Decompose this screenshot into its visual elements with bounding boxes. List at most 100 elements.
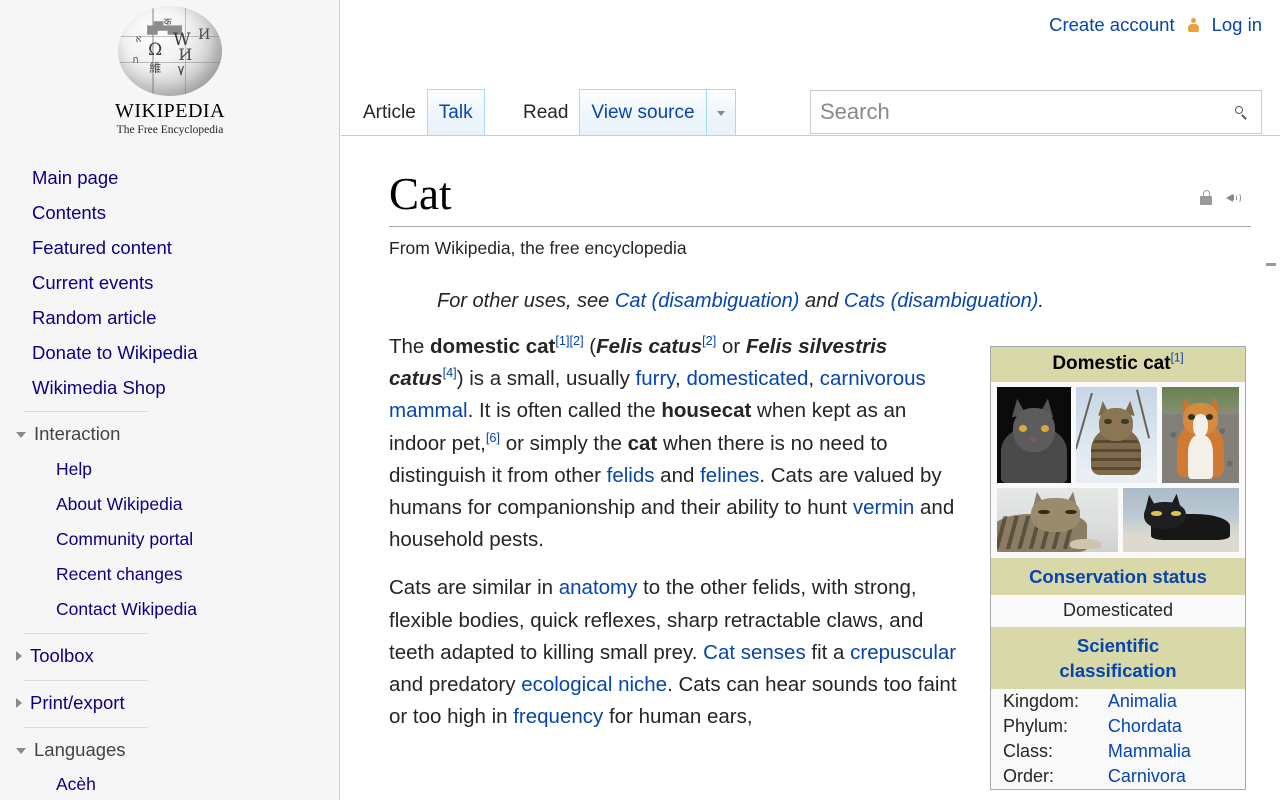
sidebar-section-interaction[interactable]: Interaction <box>0 416 339 452</box>
sidebar-section-label: Toolbox <box>30 645 94 666</box>
link-ecological-niche[interactable]: ecological niche <box>521 673 667 696</box>
tabby-cat-snow-photo[interactable] <box>1076 387 1157 483</box>
search-button[interactable] <box>1221 91 1261 133</box>
table-row: Phylum: Chordata <box>991 714 1245 739</box>
language-link[interactable]: Acèh <box>56 768 96 800</box>
globe-glyph-n: И <box>178 44 193 64</box>
taxon-link[interactable]: Mammalia <box>1108 741 1191 761</box>
text-run: or simply the <box>500 431 628 455</box>
link-furry[interactable]: furry <box>636 367 675 390</box>
ref-link[interactable]: [1] <box>1171 352 1184 365</box>
taxon-link[interactable]: Animalia <box>1108 691 1177 711</box>
sidebar-section-languages[interactable]: Languages <box>0 732 339 768</box>
link-cat-senses[interactable]: Cat senses <box>703 641 806 664</box>
scientific-classification-heading: Scientific classification <box>991 627 1245 689</box>
classification-heading-line1: Scientific <box>1076 635 1160 656</box>
globe-glyph-x: א <box>135 33 142 45</box>
tab-underline <box>341 135 1280 136</box>
text-run: for human ears, <box>603 705 753 729</box>
taxon-rank-order: Order: <box>1003 766 1055 786</box>
sidebar-item-about-wikipedia[interactable]: About Wikipedia <box>0 487 339 522</box>
speaker-icon[interactable] <box>1226 191 1243 205</box>
infobox-title-text: Domestic cat <box>1052 353 1171 374</box>
reference-3[interactable]: [2] <box>702 333 716 348</box>
link-domesticated[interactable]: domesticated <box>686 367 808 390</box>
link-crepuscular[interactable]: crepuscular <box>850 641 956 664</box>
link-frequency[interactable]: frequency <box>513 705 603 728</box>
black-cat-photo[interactable] <box>1123 488 1239 552</box>
wikipedia-logo[interactable]: Ω W И И ٧ 維 א क ก WIKIPEDIA The Free Enc… <box>0 6 340 136</box>
scrollbar-thumb[interactable] <box>1266 263 1276 266</box>
language-item-aceh[interactable]: Acèh <box>0 768 339 800</box>
reference-2[interactable]: [2] <box>569 333 583 348</box>
sidebar-section-toolbox[interactable]: Toolbox <box>0 638 339 674</box>
reference-6[interactable]: [6] <box>486 430 500 445</box>
classification-heading-line2: classification <box>1059 660 1177 681</box>
table-row: Kingdom: Animalia <box>991 689 1245 714</box>
ref-link[interactable]: [2] <box>702 333 716 348</box>
globe-glyph-cjk: 維 <box>149 60 162 75</box>
infobox-title-reference[interactable]: [1] <box>1171 352 1184 365</box>
grey-cat-photo[interactable] <box>997 387 1072 483</box>
text-run: Cats are similar in <box>389 576 559 600</box>
tabby-cat-lying-photo[interactable] <box>997 488 1119 552</box>
page-title: Cat <box>389 168 1251 227</box>
wikipedia-globe-icon: Ω W И И ٧ 維 א क ก <box>118 6 222 96</box>
chevron-right-icon <box>16 698 22 708</box>
term-domestic-cat: domestic cat <box>430 335 556 358</box>
site-subtitle: From Wikipedia, the free encyclopedia <box>389 238 687 258</box>
reference-4[interactable]: [4] <box>443 365 457 380</box>
text-run: , <box>808 367 820 391</box>
taxobox: Domestic cat[1] Conservation status Dome… <box>990 346 1246 790</box>
sidebar-item-donate[interactable]: Donate to Wikipedia <box>0 335 339 370</box>
search-box[interactable] <box>810 90 1262 134</box>
link-anatomy[interactable]: anatomy <box>559 576 638 599</box>
ref-link[interactable]: [6] <box>486 430 500 445</box>
sidebar-item-contact-wikipedia[interactable]: Contact Wikipedia <box>0 592 339 627</box>
tab-more-dropdown[interactable] <box>705 89 736 136</box>
binomial-felis-catus: Felis catus <box>596 335 703 358</box>
conservation-status-link[interactable]: Conservation status <box>1029 566 1207 587</box>
hatnote-prefix: For other uses, see <box>437 290 615 312</box>
search-input[interactable] <box>811 92 1221 132</box>
link-carnivorous[interactable]: carnivorous <box>820 367 926 390</box>
link-mammal[interactable]: mammal <box>389 399 468 422</box>
link-felines[interactable]: felines <box>700 464 759 487</box>
link-felids[interactable]: felids <box>607 464 655 487</box>
taxon-value-kingdom: Animalia <box>1108 689 1245 714</box>
sidebar-item-community-portal[interactable]: Community portal <box>0 522 339 557</box>
taxon-link[interactable]: Carnivora <box>1108 766 1186 786</box>
sidebar-item-wikimedia-shop[interactable]: Wikimedia Shop <box>0 370 339 405</box>
paragraph-lead-2: Cats are similar in anatomy to the other… <box>389 572 961 733</box>
tab-article[interactable]: Article <box>351 89 428 136</box>
tab-view-source[interactable]: View source <box>579 89 707 136</box>
sidebar-item-recent-changes[interactable]: Recent changes <box>0 557 339 592</box>
hatnote-link-cats-disambiguation[interactable]: Cats (disambiguation) <box>844 290 1039 312</box>
taxon-link[interactable]: Chordata <box>1108 716 1182 736</box>
sidebar-item-current-events[interactable]: Current events <box>0 265 339 300</box>
ginger-white-cat-photo[interactable] <box>1162 387 1239 483</box>
ref-link[interactable]: [4] <box>443 365 457 380</box>
hatnote-link-cat-disambiguation[interactable]: Cat (disambiguation) <box>615 290 800 312</box>
lock-icon[interactable] <box>1200 190 1212 205</box>
reference-1[interactable]: [1] <box>555 333 569 348</box>
sidebar-item-featured-content[interactable]: Featured content <box>0 230 339 265</box>
sidebar-section-print-export[interactable]: Print/export <box>0 685 339 721</box>
sidebar-item-main-page[interactable]: Main page <box>0 160 339 195</box>
sidebar-item-help[interactable]: Help <box>0 452 339 487</box>
text-run: ( <box>583 335 597 358</box>
tab-read[interactable]: Read <box>511 89 581 136</box>
sidebar-item-random-article[interactable]: Random article <box>0 300 339 335</box>
ref-link[interactable]: [1] <box>555 333 569 348</box>
ref-link[interactable]: [2] <box>569 333 583 348</box>
taxon-rank-kingdom: Kingdom: <box>1003 691 1080 711</box>
sidebar-item-contents[interactable]: Contents <box>0 195 339 230</box>
content-area: Create account Log in Article Talk Read … <box>341 0 1280 800</box>
link-vermin[interactable]: vermin <box>853 496 915 519</box>
tab-talk[interactable]: Talk <box>426 89 485 136</box>
infobox-image-montage <box>991 382 1245 558</box>
sidebar-divider <box>24 727 148 728</box>
scientific-classification-link[interactable]: Scientific classification <box>1059 635 1176 681</box>
taxon-value-phylum: Chordata <box>1108 714 1245 739</box>
taxon-value-order: Carnivora <box>1108 764 1245 789</box>
